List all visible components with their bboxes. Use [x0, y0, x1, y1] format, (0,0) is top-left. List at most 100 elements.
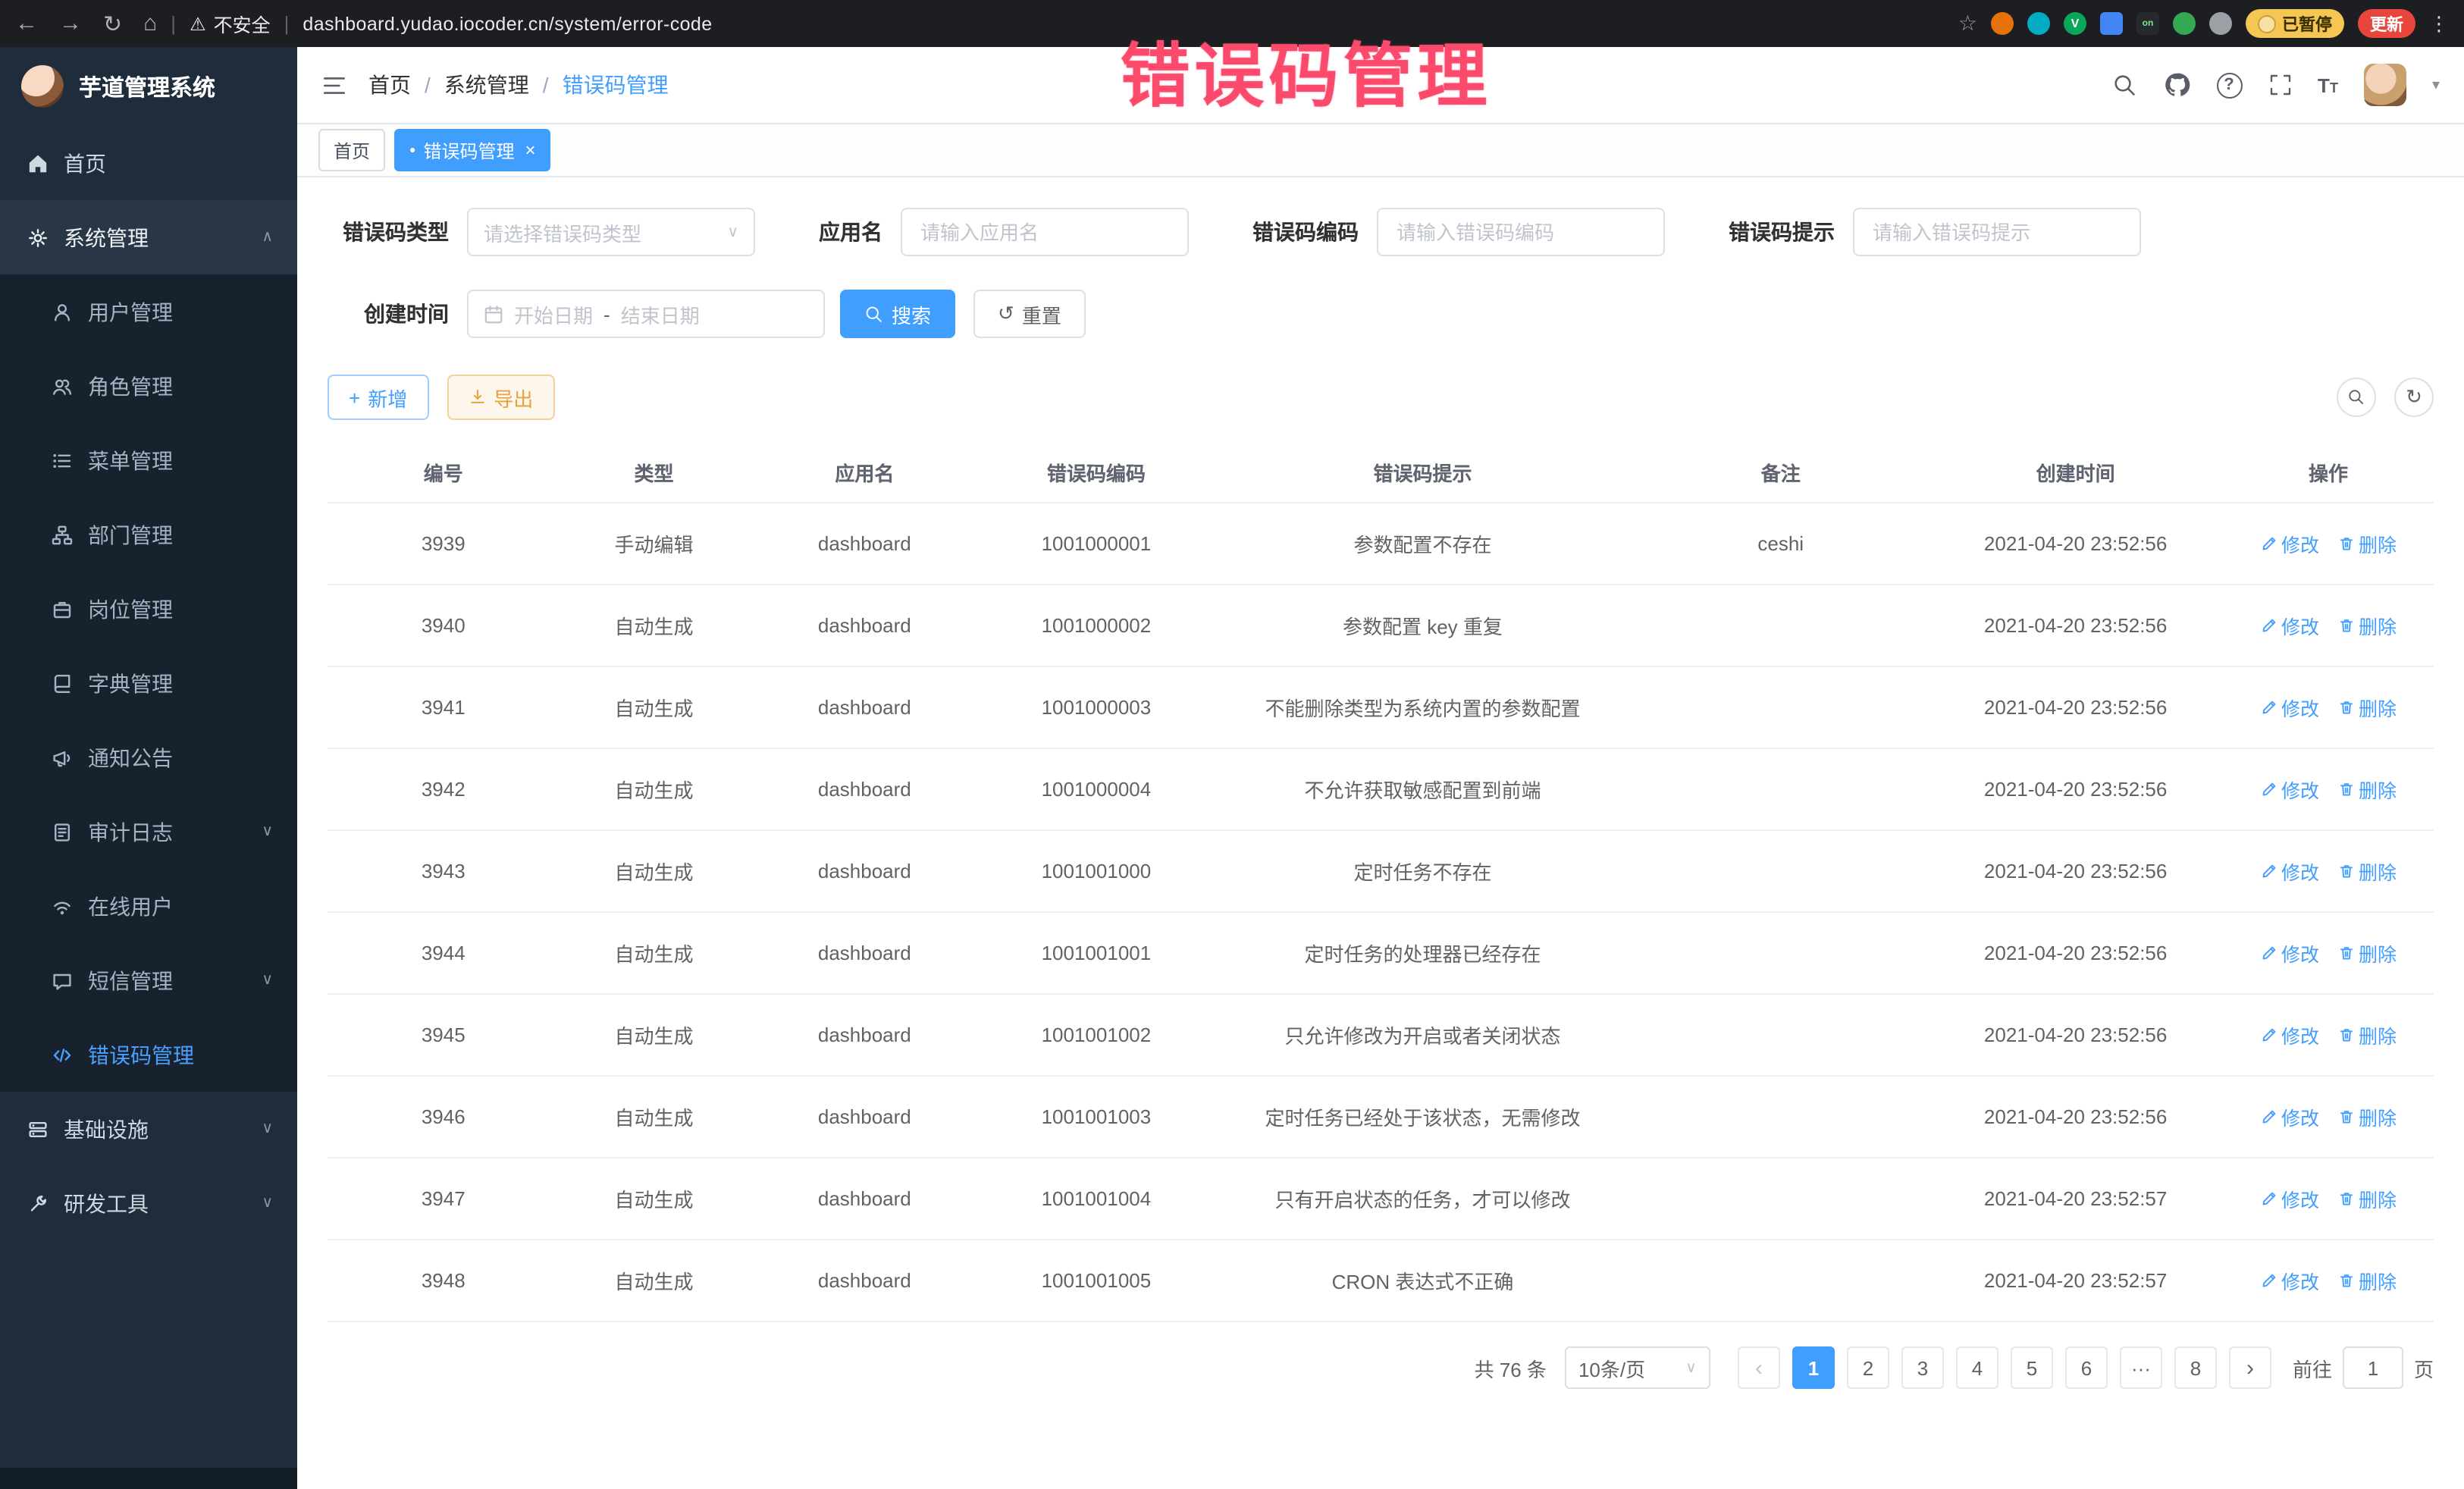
extension-icon-3[interactable]: V — [2064, 12, 2086, 35]
fullscreen-icon[interactable] — [2268, 73, 2292, 97]
next-page-button[interactable]: › — [2229, 1346, 2271, 1389]
sidebar-item-posts[interactable]: 岗位管理 — [0, 572, 297, 646]
sidebar-item-home[interactable]: 首页 — [0, 126, 297, 200]
update-label: 更新 — [2370, 11, 2403, 36]
breadcrumb-home[interactable]: 首页 — [368, 70, 411, 100]
delete-link[interactable]: 删除 — [2337, 1020, 2397, 1049]
page-number-button[interactable]: 3 — [1901, 1346, 1944, 1389]
cell-type: 手动编辑 — [560, 503, 749, 585]
hamburger-icon[interactable] — [321, 72, 347, 98]
sidebar-item-audit-log[interactable]: 审计日志 ∨ — [0, 795, 297, 869]
edit-link[interactable]: 修改 — [2260, 529, 2319, 558]
browser-menu-icon[interactable]: ⋮ — [2429, 11, 2449, 36]
delete-link[interactable]: 删除 — [2337, 1102, 2397, 1131]
sidebar-item-users[interactable]: 用户管理 — [0, 274, 297, 349]
edit-link[interactable]: 修改 — [2260, 1020, 2319, 1049]
extension-icon-4[interactable] — [2100, 12, 2123, 35]
delete-link[interactable]: 删除 — [2337, 1184, 2397, 1213]
security-indicator[interactable]: ⚠ 不安全 — [190, 9, 271, 38]
edit-link[interactable]: 修改 — [2260, 611, 2319, 640]
extensions-puzzle-icon[interactable] — [2209, 12, 2232, 35]
page-size-select[interactable]: 10条/页 ∨ — [1565, 1346, 1710, 1389]
sidebar-item-roles[interactable]: 角色管理 — [0, 349, 297, 423]
table-row: 3944 自动生成 dashboard 1001001001 定时任务的处理器已… — [328, 912, 2434, 994]
browser-update-button[interactable]: 更新 — [2358, 9, 2415, 38]
sidebar-item-dict[interactable]: 字典管理 — [0, 646, 297, 720]
edit-link[interactable]: 修改 — [2260, 857, 2319, 886]
search-button[interactable]: 搜索 — [840, 290, 955, 338]
caret-down-icon[interactable]: ▾ — [2432, 77, 2440, 93]
sidebar-item-depts[interactable]: 部门管理 — [0, 497, 297, 572]
page-number-button[interactable]: ··· — [2120, 1346, 2162, 1389]
page-number-button[interactable]: 4 — [1956, 1346, 1998, 1389]
tag-home[interactable]: 首页 — [318, 129, 385, 171]
delete-link[interactable]: 删除 — [2337, 693, 2397, 722]
refresh-button[interactable]: ↻ — [2394, 378, 2434, 417]
profile-avatar-icon — [2258, 14, 2276, 33]
delete-link[interactable]: 删除 — [2337, 939, 2397, 967]
delete-link[interactable]: 删除 — [2337, 857, 2397, 886]
error-hint-input[interactable] — [1870, 219, 2124, 245]
extension-icon-5[interactable]: on — [2136, 12, 2159, 35]
sidebar-item-sms[interactable]: 短信管理 ∨ — [0, 943, 297, 1017]
prev-page-button[interactable]: ‹ — [1738, 1346, 1780, 1389]
export-button[interactable]: 导出 — [447, 375, 554, 420]
edit-link[interactable]: 修改 — [2260, 775, 2319, 804]
app-name-input[interactable] — [917, 219, 1172, 245]
breadcrumb-system[interactable]: 系统管理 — [444, 70, 529, 100]
goto-page-input[interactable] — [2343, 1346, 2403, 1389]
delete-link[interactable]: 删除 — [2337, 775, 2397, 804]
cell-time: 2021-04-20 23:52:56 — [1928, 994, 2223, 1076]
forward-icon[interactable]: → — [59, 11, 82, 36]
sidebar-item-error-code[interactable]: 错误码管理 — [0, 1017, 297, 1092]
close-icon[interactable]: × — [525, 139, 536, 161]
date-range-picker[interactable]: 开始日期 - 结束日期 — [467, 290, 825, 338]
cell-time: 2021-04-20 23:52:56 — [1928, 748, 2223, 830]
search-icon[interactable] — [2111, 72, 2137, 98]
page-number-button[interactable]: 5 — [2011, 1346, 2053, 1389]
user-avatar[interactable] — [2364, 64, 2406, 106]
url-bar[interactable]: dashboard.yudao.iocoder.cn/system/error-… — [303, 13, 712, 34]
error-type-select[interactable]: 请选择错误码类型 ∨ — [467, 208, 755, 256]
trash-icon — [2337, 1272, 2354, 1289]
page-number-button[interactable]: 1 — [1792, 1346, 1835, 1389]
col-header-app: 应用名 — [749, 441, 981, 503]
delete-link[interactable]: 删除 — [2337, 529, 2397, 558]
sidebar-item-devtools[interactable]: 研发工具 ∨ — [0, 1166, 297, 1240]
reload-icon[interactable]: ↻ — [103, 10, 122, 37]
edit-link[interactable]: 修改 — [2260, 1184, 2319, 1213]
bookmark-star-icon[interactable]: ☆ — [1958, 11, 1977, 36]
page-number-button[interactable]: 8 — [2174, 1346, 2217, 1389]
github-icon[interactable] — [2163, 71, 2190, 99]
profile-paused-chip[interactable]: 已暂停 — [2246, 9, 2344, 38]
page-number-button[interactable]: 2 — [1847, 1346, 1889, 1389]
cell-ops: 修改 删除 — [2223, 666, 2434, 748]
reset-button[interactable]: ↺ 重置 — [973, 290, 1086, 338]
extension-icon-6[interactable] — [2173, 12, 2196, 35]
toggle-search-button[interactable] — [2337, 378, 2376, 417]
edit-link[interactable]: 修改 — [2260, 693, 2319, 722]
delete-link[interactable]: 删除 — [2337, 1266, 2397, 1295]
chevron-up-icon: ∧ — [262, 229, 273, 246]
sidebar-item-online-users[interactable]: 在线用户 — [0, 869, 297, 943]
sidebar-item-notice[interactable]: 通知公告 — [0, 720, 297, 795]
edit-link[interactable]: 修改 — [2260, 1102, 2319, 1131]
sidebar-item-infra[interactable]: 基础设施 ∨ — [0, 1092, 297, 1166]
page-number-button[interactable]: 6 — [2065, 1346, 2108, 1389]
app-logo[interactable]: 芋道管理系统 — [0, 47, 297, 126]
back-icon[interactable]: ← — [15, 11, 38, 36]
error-code-input[interactable] — [1393, 219, 1648, 245]
help-icon[interactable]: ? — [2216, 72, 2242, 98]
sidebar-item-menus[interactable]: 菜单管理 — [0, 423, 297, 497]
add-button[interactable]: + 新增 — [328, 375, 428, 420]
extension-icon-1[interactable] — [1991, 12, 2014, 35]
delete-link[interactable]: 删除 — [2337, 611, 2397, 640]
edit-link[interactable]: 修改 — [2260, 1266, 2319, 1295]
tag-error-code[interactable]: ● 错误码管理 × — [394, 129, 551, 171]
cell-type: 自动生成 — [560, 912, 749, 994]
home-icon[interactable]: ⌂ — [143, 11, 157, 36]
font-size-icon[interactable]: TT — [2318, 74, 2338, 96]
edit-link[interactable]: 修改 — [2260, 939, 2319, 967]
extension-icon-2[interactable] — [2027, 12, 2050, 35]
sidebar-item-system[interactable]: 系统管理 ∧ — [0, 200, 297, 274]
